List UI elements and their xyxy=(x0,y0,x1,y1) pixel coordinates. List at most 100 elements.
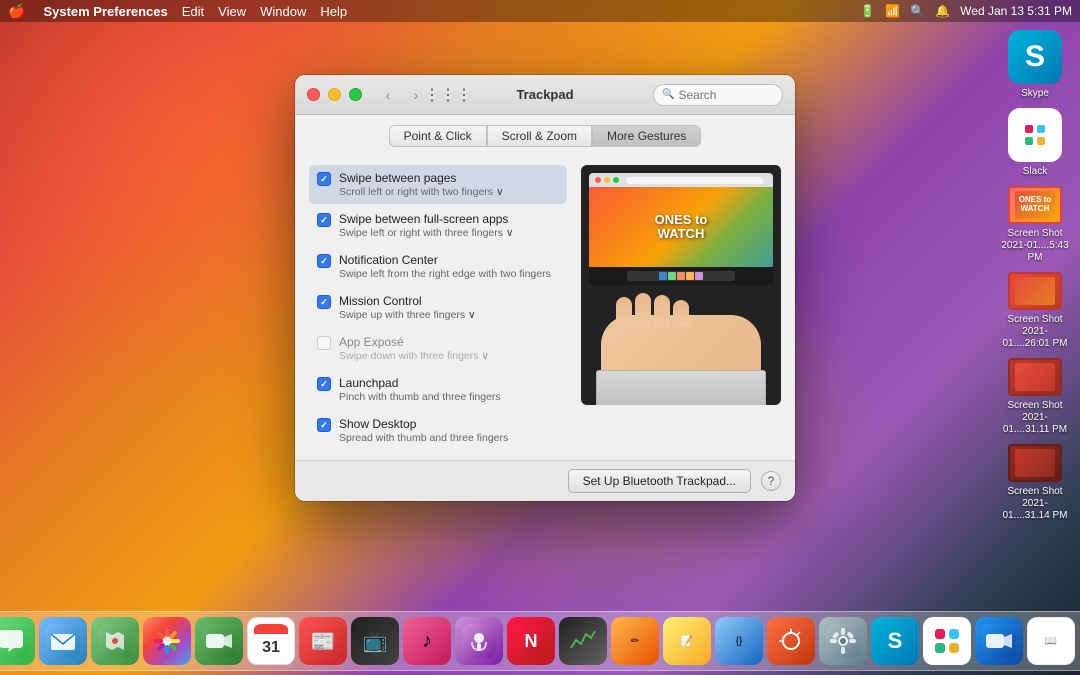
dock-icon-notes[interactable]: 📝 xyxy=(663,617,711,665)
apps-grid-button[interactable]: ⋮⋮⋮ xyxy=(436,85,460,105)
ss1-label: Screen Shot2021-01....5:43 PM xyxy=(1000,228,1070,264)
search-input[interactable] xyxy=(678,88,768,102)
desktop-icon-ss1[interactable]: ONES to WATCH Screen Shot2021-01....5:43… xyxy=(1000,186,1070,264)
option-swipe-fullscreen-subtitle: Swipe left or right with three fingers ∨ xyxy=(339,227,559,239)
dock-icon-skype2[interactable]: S xyxy=(871,617,919,665)
dock-icon-maps[interactable] xyxy=(91,617,139,665)
menu-view[interactable]: View xyxy=(218,4,246,19)
option-swipe-pages[interactable]: ✓ Swipe between pages Scroll left or rig… xyxy=(309,165,567,204)
tab-point-click[interactable]: Point & Click xyxy=(389,125,487,147)
preview-mac-frame: ONES to WATCH xyxy=(589,173,773,298)
desktop-icon-slack[interactable]: Slack xyxy=(1000,108,1070,178)
desktop-icon-ss4[interactable]: Screen Shot2021-01....31.14 PM xyxy=(1000,444,1070,522)
setup-bluetooth-button[interactable]: Set Up Bluetooth Trackpad... xyxy=(568,469,751,493)
menu-window[interactable]: Window xyxy=(260,4,306,19)
preview-area: ONES to WATCH xyxy=(581,165,781,450)
dock-icon-scripteditor[interactable]: {} xyxy=(715,617,763,665)
option-show-desktop-subtitle: Spread with thumb and three fingers xyxy=(339,432,559,444)
tab-scroll-zoom[interactable]: Scroll & Zoom xyxy=(487,125,592,147)
option-show-desktop-title: Show Desktop xyxy=(339,417,559,431)
maximize-button[interactable] xyxy=(349,88,362,101)
search-box[interactable]: 🔍 xyxy=(653,84,783,106)
option-notification-center[interactable]: ✓ Notification Center Swipe left from th… xyxy=(309,247,567,286)
option-launchpad[interactable]: ✓ Launchpad Pinch with thumb and three f… xyxy=(309,370,567,409)
option-show-desktop[interactable]: ✓ Show Desktop Spread with thumb and thr… xyxy=(309,411,567,450)
dock-icon-mail[interactable] xyxy=(39,617,87,665)
menubar-search-icon[interactable]: 🔍 xyxy=(910,4,925,18)
dock-icon-music[interactable]: ♪ xyxy=(403,617,451,665)
preview-text-line1: ONES to xyxy=(655,213,708,227)
checkbox-app-expose[interactable] xyxy=(317,336,331,350)
menubar-wifi-icon: 📶 xyxy=(885,4,900,18)
minimize-button[interactable] xyxy=(328,88,341,101)
slack-label: Slack xyxy=(1023,166,1047,178)
back-button[interactable]: ‹ xyxy=(376,85,400,105)
dock-icon-facetime[interactable] xyxy=(195,617,243,665)
option-notification-center-subtitle: Swipe left from the right edge with two … xyxy=(339,268,559,280)
dock-icon-messages[interactable] xyxy=(0,617,35,665)
dock-icon-podcasts[interactable] xyxy=(455,617,503,665)
ss2-label: Screen Shot2021-01....26:01 PM xyxy=(1000,314,1070,350)
preview-image: ONES to WATCH xyxy=(581,165,781,405)
desktop-icon-ss3[interactable]: Screen Shot2021-01....31.11 PM xyxy=(1000,358,1070,436)
checkbox-swipe-fullscreen[interactable]: ✓ xyxy=(317,213,331,227)
dock-icon-instruments[interactable] xyxy=(767,617,815,665)
help-button[interactable]: ? xyxy=(761,471,781,491)
ss3-icon xyxy=(1008,358,1062,396)
option-mission-control[interactable]: ✓ Mission Control Swipe up with three fi… xyxy=(309,288,567,327)
menu-edit[interactable]: Edit xyxy=(182,4,204,19)
dock-icon-slack2[interactable] xyxy=(923,617,971,665)
menubar-datetime: Wed Jan 13 5:31 PM xyxy=(960,4,1072,18)
tabs: Point & Click Scroll & Zoom More Gesture… xyxy=(295,115,795,155)
option-notification-center-title: Notification Center xyxy=(339,253,559,267)
preview-hand-area xyxy=(581,290,781,405)
option-app-expose-title: App Exposé xyxy=(339,335,559,349)
checkbox-swipe-pages[interactable]: ✓ xyxy=(317,172,331,186)
preview-hand xyxy=(601,315,761,375)
preview-screen-content: ONES to WATCH xyxy=(589,187,773,267)
dock-icon-photos[interactable] xyxy=(143,617,191,665)
checkbox-show-desktop[interactable]: ✓ xyxy=(317,418,331,432)
menubar: 🍎 System Preferences Edit View Window He… xyxy=(0,0,1080,22)
option-launchpad-subtitle: Pinch with thumb and three fingers xyxy=(339,391,559,403)
dock-icon-stocks[interactable] xyxy=(559,617,607,665)
option-mission-control-title: Mission Control xyxy=(339,294,559,308)
dock-icon-zoom[interactable] xyxy=(975,617,1023,665)
nav-buttons: ‹ › xyxy=(376,85,428,105)
option-swipe-fullscreen[interactable]: ✓ Swipe between full-screen apps Swipe l… xyxy=(309,206,567,245)
desktop-icon-ss2[interactable]: Screen Shot2021-01....26:01 PM xyxy=(1000,272,1070,350)
dock: 31 📰 📺 ♪ N ✏ � xyxy=(0,611,1080,671)
menubar-notification-icon[interactable]: 🔔 xyxy=(935,4,950,18)
ss1-icon: ONES to WATCH xyxy=(1008,186,1062,224)
dock-icon-tv[interactable]: 📺 xyxy=(351,617,399,665)
dock-icon-books[interactable]: 📖 xyxy=(1027,617,1075,665)
option-mission-control-subtitle: Swipe up with three fingers ∨ xyxy=(339,309,559,321)
skype-label: Skype xyxy=(1021,88,1049,100)
window-bottom: Set Up Bluetooth Trackpad... ? xyxy=(295,460,795,501)
skype-icon: S xyxy=(1008,30,1062,84)
dock-icon-news2[interactable]: N xyxy=(507,617,555,665)
slack-icon xyxy=(1008,108,1062,162)
ss2-icon xyxy=(1008,272,1062,310)
close-button[interactable] xyxy=(307,88,320,101)
desktop-icons-area: S Skype Slack ONES to WATCH xyxy=(1000,30,1070,522)
preview-text-line2: WATCH xyxy=(655,227,708,241)
option-app-expose[interactable]: App Exposé Swipe down with three fingers… xyxy=(309,329,567,368)
desktop-icon-skype[interactable]: S Skype xyxy=(1000,30,1070,100)
option-swipe-fullscreen-title: Swipe between full-screen apps xyxy=(339,212,559,226)
menu-help[interactable]: Help xyxy=(320,4,347,19)
dock-icon-news[interactable]: 📰 xyxy=(299,617,347,665)
tab-more-gestures[interactable]: More Gestures xyxy=(592,125,701,147)
option-swipe-pages-title: Swipe between pages xyxy=(339,171,559,185)
dock-icon-pages[interactable]: ✏ xyxy=(611,617,659,665)
dock-icon-calendar[interactable]: 31 xyxy=(247,617,295,665)
app-name[interactable]: System Preferences xyxy=(43,4,167,19)
checkbox-notification-center[interactable]: ✓ xyxy=(317,254,331,268)
apple-menu[interactable]: 🍎 xyxy=(8,3,25,20)
ss4-icon xyxy=(1008,444,1062,482)
preview-dock xyxy=(589,267,773,285)
options-list: ✓ Swipe between pages Scroll left or rig… xyxy=(309,165,567,450)
dock-icon-sysprefs[interactable] xyxy=(819,617,867,665)
checkbox-launchpad[interactable]: ✓ xyxy=(317,377,331,391)
checkbox-mission-control[interactable]: ✓ xyxy=(317,295,331,309)
